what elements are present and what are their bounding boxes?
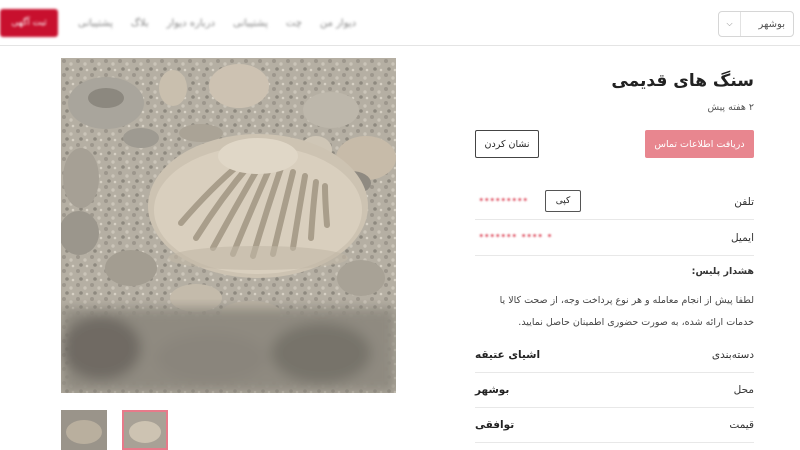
nav-item[interactable]: درباره دیوار: [167, 18, 215, 29]
thumbnail-1[interactable]: [61, 410, 107, 450]
bookmark-button[interactable]: نشان کردن: [475, 130, 539, 158]
stone-artifact-photo: [61, 58, 396, 393]
header-nav: پشتیبانی بلاگ درباره دیوار پشتیبانی چت د…: [78, 12, 356, 34]
email-label: ایمیل: [730, 231, 754, 244]
phone-row: تلفن کپی *********: [475, 184, 754, 220]
ad-posted-time: ۲ هفته پیش: [707, 102, 754, 113]
ad-main-image[interactable]: [61, 58, 396, 393]
info-label: قیمت: [729, 419, 754, 431]
info-label: محل: [733, 384, 754, 396]
copy-button[interactable]: کپی: [545, 190, 581, 212]
email-row: ایمیل ******* **** *: [475, 220, 754, 256]
nav-item[interactable]: پشتیبانی: [78, 18, 113, 29]
city-select-value: بوشهر: [758, 18, 785, 30]
phone-value-masked: *********: [479, 196, 529, 207]
nav-item[interactable]: چت: [286, 18, 302, 29]
phone-label: تلفن: [734, 195, 754, 208]
info-row-price: قیمت توافقی: [475, 408, 754, 443]
police-warning-title: هشدار پلیس:: [691, 266, 754, 277]
info-row-category: دسته‌بندی اشیای عتیقه: [475, 338, 754, 373]
contact-info-button[interactable]: دریافت اطلاعات تماس: [645, 130, 754, 158]
post-ad-button[interactable]: ثبت آگهی: [0, 9, 58, 37]
nav-item[interactable]: دیوار من: [320, 18, 356, 29]
police-warning-text: لطفا پیش از انجام معامله و هر نوع پرداخت…: [499, 295, 754, 328]
nav-item[interactable]: پشتیبانی: [233, 18, 268, 29]
info-row-location: محل بوشهر: [475, 373, 754, 408]
thumbnail-photo: [61, 410, 107, 450]
info-label: دسته‌بندی: [711, 349, 754, 361]
thumbnail-photo: [124, 412, 166, 448]
top-header: ثبت آگهی پشتیبانی بلاگ درباره دیوار پشتی…: [0, 0, 800, 46]
email-value-masked: ******* **** *: [479, 232, 553, 243]
info-value: بوشهر: [475, 384, 510, 396]
ad-title: سنگ های قدیمی: [611, 71, 754, 91]
thumbnail-2-selected[interactable]: [122, 410, 168, 450]
chevron-down-icon: ⌵: [719, 12, 741, 36]
info-value[interactable]: اشیای عتیقه: [475, 349, 540, 361]
city-select[interactable]: بوشهر ⌵: [718, 11, 794, 37]
nav-item[interactable]: بلاگ: [131, 18, 149, 29]
info-value: توافقی: [475, 419, 515, 431]
